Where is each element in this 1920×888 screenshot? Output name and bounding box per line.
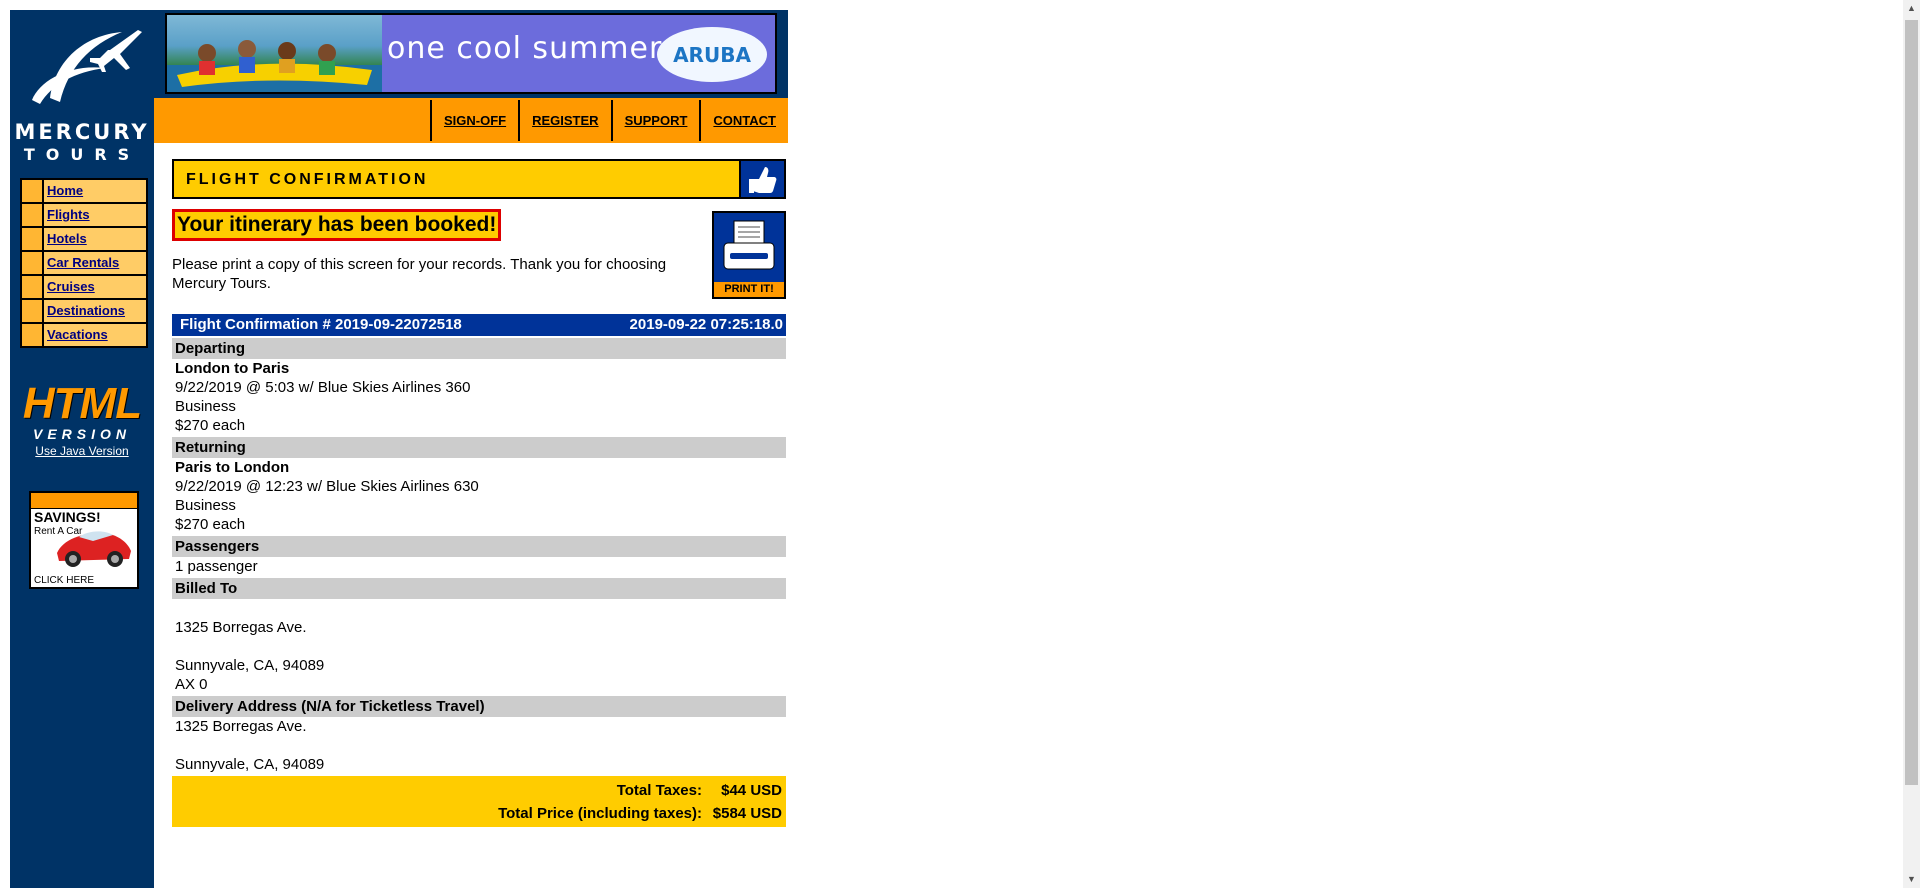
sidebar-link-flights[interactable]: Flights [44,204,146,226]
ad-topbar [31,493,137,509]
page: MERCURY TOURS Home Flights Hotels Car Re… [0,0,1920,888]
sidebar-nav: Home Flights Hotels Car Rentals Cruises … [20,178,148,348]
billed-to-blank-line [172,599,786,618]
sidebar-link-hotels[interactable]: Hotels [44,228,146,250]
html-version-label: VERSION [32,426,131,442]
departing-price: $270 each [175,417,246,434]
aruba-logo-text: ARUBA [673,43,751,67]
nav-bullet [22,252,42,274]
top-banner[interactable]: one cool summer ARUBA [165,13,777,94]
delivery-address-heading: Delivery Address (N/A for Ticketless Tra… [172,696,786,717]
logo-text-tours: TOURS [23,145,141,164]
sign-off-link[interactable]: SIGN-OFF [431,100,519,141]
nav-bullet [22,276,42,298]
nav-bullet [22,300,42,322]
sidebar-link-car-rentals[interactable]: Car Rentals [44,252,146,274]
html-word: HTML [22,379,142,428]
main-content: FLIGHT CONFIRMATION Your itinerary has b… [172,159,786,827]
banana-boat-photo-icon [167,40,382,92]
sidebar-item-vacations[interactable]: Vacations [22,324,146,346]
sidebar-link-vacations[interactable]: Vacations [44,324,146,346]
print-instructions: Please print a copy of this screen for y… [172,256,667,292]
register-link[interactable]: REGISTER [520,100,611,141]
itinerary-table: Flight Confirmation # 2019-09-22072518 2… [172,314,786,827]
total-price-value: $584 USD [712,805,782,822]
html-version-badge: HTML VERSION Use Java Version [10,379,154,459]
total-price-row: Total Price (including taxes): $584 USD [172,802,782,825]
departing-heading: Departing [172,338,786,359]
print-it-label: PRINT IT! [714,282,784,297]
scroll-thumb[interactable] [1905,20,1918,785]
billed-to-address: 1325 Borregas Ave. [175,619,307,636]
delivery-blank-line [172,736,786,755]
returning-price: $270 each [175,516,246,533]
totals-box: Total Taxes: $44 USD Total Price (includ… [172,776,786,827]
mercury-tours-logo[interactable]: MERCURY TOURS [10,20,154,170]
sidebar-item-car-rentals[interactable]: Car Rentals [22,252,146,274]
printer-icon [723,220,775,270]
nav-bullet [22,180,42,202]
contact-link[interactable]: CONTACT [701,100,788,141]
returning-details: 9/22/2019 @ 12:23 w/ Blue Skies Airlines… [175,478,479,495]
sidebar-item-hotels[interactable]: Hotels [22,228,146,250]
delivery-address: 1325 Borregas Ave. [175,718,307,735]
sidebar-link-cruises[interactable]: Cruises [44,276,146,298]
use-java-version-link[interactable]: Use Java Version [10,444,154,458]
banner-slogan: one cool summer [387,31,663,66]
thumbs-up-icon [739,161,784,197]
banner-photo [167,15,382,92]
print-it-button[interactable]: PRINT IT! [712,211,786,299]
billed-to-city: Sunnyvale, CA, 94089 [175,657,325,674]
confirmation-number: Flight Confirmation # 2019-09-22072518 [180,316,462,333]
passenger-count: 1 passenger [175,558,258,575]
scroll-down-arrow-icon[interactable]: ▼ [1903,871,1920,888]
departing-details: 9/22/2019 @ 5:03 w/ Blue Skies Airlines … [175,379,471,396]
billed-to-card: AX 0 [175,676,208,693]
billed-to-heading: Billed To [172,578,786,599]
returning-heading: Returning [172,437,786,458]
sidebar-item-flights[interactable]: Flights [22,204,146,226]
top-nav-links: SIGN-OFF REGISTER SUPPORT CONTACT [429,100,788,141]
returning-class: Business [175,497,236,514]
departing-route: London to Paris [175,360,290,377]
page-title: FLIGHT CONFIRMATION [186,171,429,188]
nav-bullet [22,204,42,226]
sidebar-link-destinations[interactable]: Destinations [44,300,146,322]
confirmation-header-row: Flight Confirmation # 2019-09-22072518 2… [172,314,786,336]
aruba-logo: ARUBA [657,27,767,82]
airplane-logo-icon [32,30,142,104]
sidebar-item-home[interactable]: Home [22,180,146,202]
returning-route: Paris to London [175,459,290,476]
nav-bullet [22,228,42,250]
scroll-up-arrow-icon[interactable]: ▲ [1903,0,1920,17]
total-taxes-row: Total Taxes: $44 USD [172,779,782,802]
vertical-scrollbar[interactable]: ▲ ▼ [1903,0,1920,888]
delivery-city: Sunnyvale, CA, 94089 [175,756,325,773]
savings-ad-banner[interactable]: SAVINGS! Rent A Car CLICK HERE [29,491,139,589]
logo-text-mercury: MERCURY [14,120,150,144]
itinerary-booked-message: Your itinerary has been booked! [172,209,502,241]
support-link[interactable]: SUPPORT [612,100,700,141]
sidebar-item-destinations[interactable]: Destinations [22,300,146,322]
sidebar: MERCURY TOURS Home Flights Hotels Car Re… [10,10,154,888]
red-car-icon [57,531,131,567]
total-taxes-label: Total Taxes: [616,782,702,799]
sidebar-item-cruises[interactable]: Cruises [22,276,146,298]
nav-bullet [22,324,42,346]
billed-to-blank-line [172,637,786,656]
top-nav-bar: SIGN-OFF REGISTER SUPPORT CONTACT [154,98,788,143]
departing-class: Business [175,398,236,415]
total-taxes-value: $44 USD [721,782,782,799]
flight-confirmation-header: FLIGHT CONFIRMATION [172,159,786,199]
ad-cta: CLICK HERE [34,575,95,586]
passengers-heading: Passengers [172,536,786,557]
total-price-label: Total Price (including taxes): [498,805,702,822]
sidebar-link-home[interactable]: Home [44,180,146,202]
confirmation-timestamp: 2019-09-22 07:25:18.0 [629,316,783,333]
